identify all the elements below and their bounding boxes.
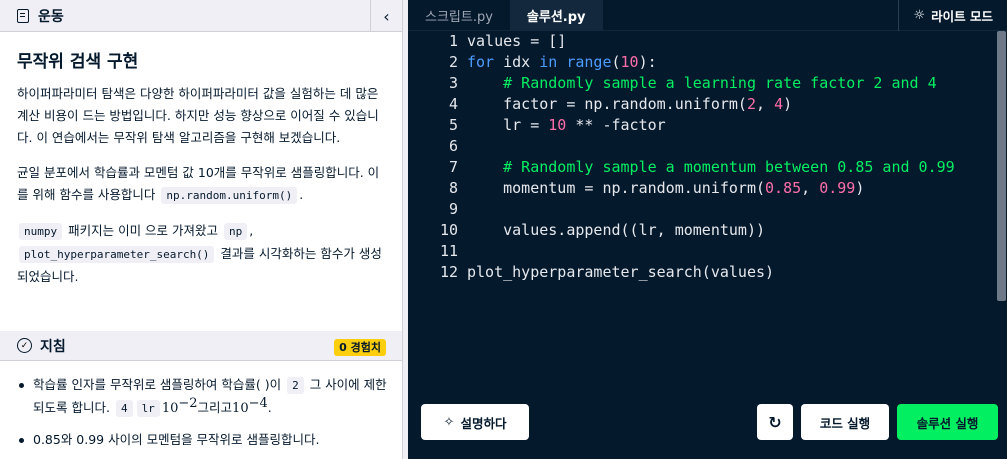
code-line: values = [] (467, 32, 567, 50)
action-bar: ✧ 설명하다 ↻ 코드 실행 솔루션 실행 (408, 391, 1007, 459)
exercise-header-title: 운동 (38, 8, 64, 25)
editor-panel: 스크립트.py 솔루션.py ☼ 라이트 모드 1 values = [] 2 for… (408, 0, 1007, 459)
editor-scrollbar[interactable] (997, 31, 1006, 301)
xp-badge: 0 경험치 (334, 339, 386, 356)
exercise-title: 무작위 검색 구현 (17, 52, 139, 72)
inline-code-4: 4 (115, 400, 133, 417)
code-line: plot_hyperparameter_search(values) (467, 263, 775, 281)
math-10-a: 10 (161, 401, 179, 416)
exercise-content: 무작위 검색 구현 하이퍼파라미터 탐색은 다양한 하이퍼파라미터 값을 실험하… (0, 32, 402, 288)
math-10-b: 10 (232, 401, 249, 416)
line-number: 12 (439, 263, 458, 281)
sun-icon: ☼ (913, 8, 926, 23)
line-number: 6 (448, 137, 458, 155)
inline-code-uniform: np.random.uniform() (161, 187, 298, 204)
inline-code-2: 2 (287, 377, 304, 394)
line-number: 1 (448, 32, 458, 50)
instructions-header: ✓ 지침 0 경험치 (0, 331, 402, 361)
math-exp-b: −4 (248, 395, 268, 411)
tab-script[interactable]: 스크립트.py (408, 0, 510, 31)
paragraph-3-text-a: 패키지는 이미 으로 가져왔고 (64, 223, 219, 238)
line-number: 11 (439, 242, 458, 260)
code-line: # Randomly sample a learning rate factor… (503, 74, 937, 92)
line-number: 8 (448, 179, 458, 197)
reset-icon[interactable]: ↻ (757, 404, 793, 440)
code-line: values.append((lr, momentum)) (467, 221, 766, 239)
inline-code-lr: lr (136, 400, 160, 417)
explain-button[interactable]: ✧ 설명하다 (421, 404, 529, 440)
line-number: 2 (448, 53, 458, 71)
instruction-1-text-d: . (267, 400, 272, 415)
chevron-left-icon[interactable]: ‹ (370, 0, 402, 32)
instruction-1-text-a: 학습률 인자를 무작위로 샘플링하여 학습률( )이 (33, 377, 282, 392)
instruction-1-text-c: 그리고 (197, 400, 233, 415)
code-line: lr = 10 ** -factor (467, 116, 666, 134)
paragraph-2-end: . (299, 187, 304, 202)
check-circle-icon: ✓ (17, 338, 32, 353)
exercise-paragraph-1: 하이퍼파라미터 탐색은 다양한 하이퍼파라미터 값을 실험하는 데 많은 계산 … (17, 86, 379, 145)
sparkle-icon: ✧ (443, 414, 455, 430)
line-number: 3 (448, 74, 458, 92)
run-solution-button[interactable]: 솔루션 실행 (897, 404, 998, 440)
exercise-paragraph-3: numpy 패키지는 이미 으로 가져왔고 np, plot_hyperpara… (17, 220, 385, 288)
code-line: momentum = np.random.uniform(0.85, 0.99) (467, 179, 865, 197)
document-icon (17, 8, 29, 23)
light-mode-button[interactable]: ☼ 라이트 모드 (898, 0, 1007, 31)
line-number: 10 (439, 221, 458, 239)
instructions-title: 지침 (40, 338, 66, 355)
code-line: for idx in range(10): (467, 53, 657, 71)
paragraph-3-comma: , (249, 223, 254, 238)
exercise-panel: 운동 ‹ 무작위 검색 구현 하이퍼파라미터 탐색은 다양한 하이퍼파라미터 값… (0, 0, 403, 459)
run-code-button[interactable]: 코드 실행 (801, 404, 889, 440)
code-line: factor = np.random.uniform(2, 4) (467, 95, 793, 113)
instruction-item: 0.85와 0.99 사이의 모멘텀을 무작위로 샘플링합니다. (17, 429, 387, 451)
inline-code-np: np (224, 223, 248, 240)
inline-code-numpy: numpy (19, 223, 63, 240)
line-number: 4 (448, 95, 458, 113)
explain-label: 설명하다 (460, 415, 507, 431)
inline-code-plot-function: plot_hyperparameter_search() (19, 246, 215, 263)
code-editor[interactable]: 1 values = [] 2 for idx in range(10): 3 # Ra… (408, 31, 1007, 391)
math-exp-a: −2 (178, 395, 198, 411)
exercise-header: 운동 ‹ (0, 0, 402, 32)
line-number: 9 (448, 200, 458, 218)
instruction-item: 학습률 인자를 무작위로 샘플링하여 학습률( )이 2 그 사이에 제한되도록… (17, 374, 387, 420)
tab-solution[interactable]: 솔루션.py (509, 0, 603, 31)
line-number: 7 (448, 158, 458, 176)
light-mode-label: 라이트 모드 (931, 9, 993, 24)
line-number: 5 (448, 116, 458, 134)
instructions-list: 학습률 인자를 무작위로 샘플링하여 학습률( )이 2 그 사이에 제한되도록… (17, 374, 387, 459)
exercise-paragraph-2: 균일 분포에서 학습률과 모멘텀 값 10개를 무작위로 샘플링합니다. 이를 … (17, 162, 385, 207)
code-line: # Randomly sample a momentum between 0.8… (503, 158, 955, 176)
editor-tabs: 스크립트.py 솔루션.py ☼ 라이트 모드 (408, 0, 1007, 31)
